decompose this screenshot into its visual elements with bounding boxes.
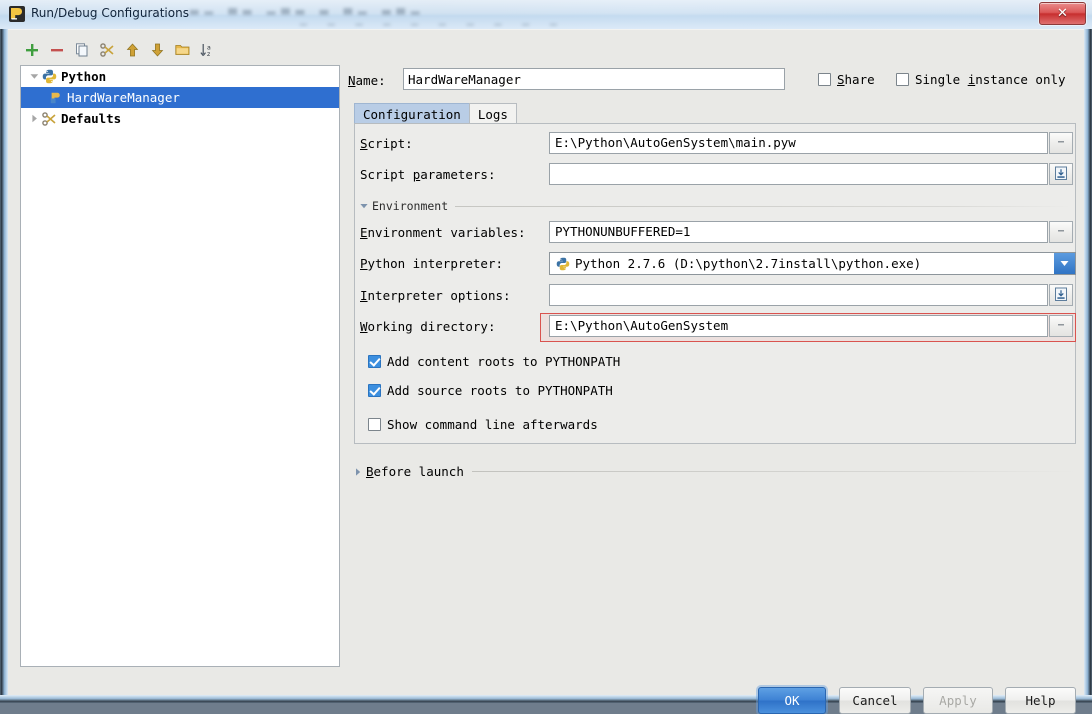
chevron-down-icon[interactable] [360,202,368,210]
run-debug-configurations-window: ▃▂ ▄▃ ▂▄▃ ▃ ▄▂ ▃▄▂ ▁ ▁ ▁ ▁ ▁ ▁ ▁ ▁ ▁ ▁ R… [0,0,1092,703]
environment-section-header[interactable]: Environment [360,199,1072,213]
ellipsis-icon: ⋯ [1050,133,1072,153]
environment-variables-input[interactable]: PYTHONUNBUFFERED=1 [549,221,1048,243]
window-border-left [0,29,8,703]
add-source-roots-label: Add source roots to PYTHONPATH [387,383,613,398]
close-button[interactable]: ✕ [1039,2,1086,25]
script-parameters-label: Script parameters: [360,168,495,182]
before-launch-label: Before launch [366,464,464,479]
tree-node-label: HardWareManager [67,90,180,106]
tab-logs[interactable]: Logs [469,103,517,124]
script-input[interactable]: E:\Python\AutoGenSystem\main.pyw [549,132,1048,154]
wrench-icon [41,111,58,127]
run-config-icon [47,90,64,106]
copy-configuration-button[interactable] [70,40,94,62]
working-directory-label: Working directory: [360,320,495,334]
add-source-roots-checkbox[interactable]: Add source roots to PYTHONPATH [368,383,613,398]
tree-node-defaults[interactable]: Defaults [21,108,339,129]
window-title: Run/Debug Configurations [31,6,189,20]
section-divider [472,471,1076,472]
checkbox-box[interactable] [896,73,909,86]
move-up-button[interactable] [120,40,144,62]
close-icon: ✕ [1040,3,1085,24]
tree-node-hardwaremanager[interactable]: HardWareManager [21,87,339,108]
interpreter-options-expand-button[interactable] [1049,284,1073,306]
pycharm-icon [9,6,25,22]
edit-defaults-button[interactable] [95,40,119,62]
chevron-right-icon[interactable] [354,468,362,476]
configuration-tabs[interactable]: Configuration Logs [354,102,516,124]
script-parameters-expand-button[interactable] [1049,163,1073,185]
chevron-down-icon[interactable] [1054,253,1075,274]
move-down-button[interactable] [145,40,169,62]
name-input[interactable] [403,68,785,90]
ellipsis-icon: ⋯ [1050,316,1072,336]
configurations-toolbar: a z [20,40,338,64]
create-folder-button[interactable] [170,40,194,62]
checkbox-box[interactable] [818,73,831,86]
python-interpreter-combobox[interactable]: Python 2.7.6 (D:\python\2.7install\pytho… [549,252,1076,275]
python-interpreter-value-wrap: Python 2.7.6 (D:\python\2.7install\pytho… [550,256,1054,271]
tab-configuration[interactable]: Configuration [354,103,470,124]
checkbox-box[interactable] [368,418,381,431]
script-parameters-input[interactable] [549,163,1048,185]
add-content-roots-checkbox[interactable]: Add content roots to PYTHONPATH [368,354,620,369]
chevron-down-icon[interactable] [27,70,41,84]
working-directory-input[interactable]: E:\Python\AutoGenSystem [549,315,1048,337]
window-border-right [1084,29,1092,703]
tree-node-python[interactable]: Python [21,66,339,87]
working-directory-browse-button[interactable]: ⋯ [1049,315,1073,337]
environment-variables-label: Environment variables: [360,226,526,240]
tree-node-label: Defaults [61,111,121,127]
ok-button[interactable]: OK [758,687,826,714]
add-configuration-button[interactable] [20,40,44,62]
background-blur-text-2: ▁ ▁ ▁ ▁ ▁ ▁ ▁ ▁ ▁ ▁ [300,16,566,26]
python-icon [556,257,570,271]
share-checkbox[interactable]: Share [818,72,875,87]
sort-alphabetically-button[interactable]: a z [196,40,220,62]
dialog-client-area: a z Python [8,29,1084,695]
script-label: Script: [360,137,413,151]
section-divider [455,206,1072,207]
add-content-roots-label: Add content roots to PYTHONPATH [387,354,620,369]
single-instance-checkbox-label: Single instance only [915,72,1066,87]
script-browse-button[interactable]: ⋯ [1049,132,1073,154]
window-titlebar: ▃▂ ▄▃ ▂▄▃ ▃ ▄▂ ▃▄▂ ▁ ▁ ▁ ▁ ▁ ▁ ▁ ▁ ▁ ▁ R… [0,0,1092,29]
name-label: Name: [348,73,386,88]
insert-macro-icon [1054,166,1068,181]
insert-macro-icon [1054,287,1068,302]
checkbox-box[interactable] [368,384,381,397]
checkbox-box[interactable] [368,355,381,368]
cancel-button[interactable]: Cancel [839,687,911,714]
ellipsis-icon: ⋯ [1050,222,1072,242]
tree-node-label: Python [61,69,106,85]
python-interpreter-label: Python interpreter: [360,257,503,271]
apply-button: Apply [923,687,993,714]
share-checkbox-label: Share [837,72,875,87]
show-command-line-label: Show command line afterwards [387,417,598,432]
chevron-right-icon[interactable] [27,112,41,126]
interpreter-options-label: Interpreter options: [360,289,511,303]
interpreter-options-input[interactable] [549,284,1048,306]
configurations-tree[interactable]: Python HardWareManager [20,65,340,667]
environment-section-label: Environment [372,199,448,213]
show-command-line-checkbox[interactable]: Show command line afterwards [368,417,598,432]
name-label-rest: ame: [356,73,386,88]
background-blur-text-1: ▃▂ ▄▃ ▂▄▃ ▃ ▄▂ ▃▄▂ [190,2,425,15]
remove-configuration-button[interactable] [45,40,69,62]
python-icon [41,69,58,85]
help-button[interactable]: Help [1005,687,1076,714]
svg-text:z: z [207,51,210,57]
environment-variables-browse-button[interactable]: ⋯ [1049,221,1073,243]
before-launch-section[interactable]: Before launch [354,464,1076,479]
python-interpreter-value: Python 2.7.6 (D:\python\2.7install\pytho… [575,256,921,271]
single-instance-checkbox[interactable]: Single instance only [896,72,1066,87]
